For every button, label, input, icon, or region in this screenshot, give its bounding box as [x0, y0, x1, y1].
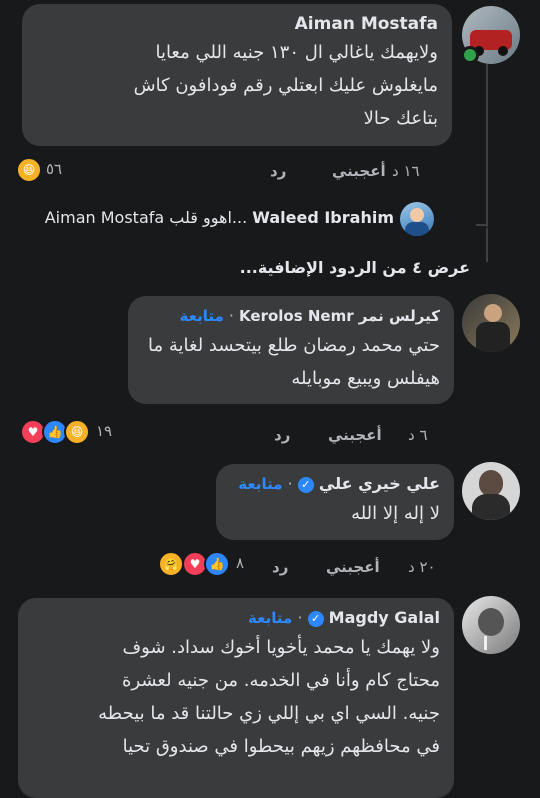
verified-badge-icon: ✓	[307, 610, 324, 627]
comment-line: حتي محمد رمضان طلع بيتحسد لغاية ما	[148, 335, 440, 356]
follow-link[interactable]: متابعة	[248, 609, 292, 627]
comment-time[interactable]: ٦ د	[408, 426, 428, 444]
thread-line-curve	[476, 224, 488, 226]
comment-line: مايغلوش عليك ابعتلي رقم فودافون كاش	[133, 75, 438, 96]
comment-author-alt[interactable]: كيرلس نمر	[359, 307, 440, 325]
online-status-dot	[461, 46, 479, 64]
thread-line-vertical-2	[486, 228, 488, 262]
comment-author[interactable]: Aiman Mostafa	[36, 14, 438, 34]
reaction-count: ١٩	[96, 422, 113, 440]
avatar[interactable]	[400, 202, 434, 236]
avatar[interactable]	[462, 462, 520, 520]
follow-link[interactable]: متابعة	[180, 307, 224, 325]
haha-reaction-icon[interactable]: 😆	[16, 157, 42, 183]
haha-reaction-icon[interactable]: 😆	[64, 419, 90, 445]
dot-separator: ·	[228, 306, 234, 325]
like-reaction-icon[interactable]: 👍	[204, 551, 230, 577]
reply-preview[interactable]: Aiman Mostafa اهوو قلب... Waleed Ibrahim	[14, 208, 394, 227]
reply-snippet: اهوو قلب...	[169, 208, 248, 227]
comment-line: ولايهمك ياغالي ال ١٣٠ جنيه اللي معايا	[155, 42, 438, 63]
comment-bubble[interactable]: Magdy Galal ✓ · متابعة ولا يهمك يا محمد …	[18, 598, 454, 798]
comment-author[interactable]: علي خيري علي	[319, 474, 440, 493]
comment-time[interactable]: ١٦ د	[392, 162, 420, 180]
reaction-count: ٨	[236, 554, 245, 572]
care-reaction-icon[interactable]: 🤗	[158, 551, 184, 577]
comment-line: لا إله إلا الله	[351, 503, 440, 524]
verified-badge-icon: ✓	[297, 476, 314, 493]
comment-time[interactable]: ٢٠ د	[408, 558, 436, 576]
comment-bubble[interactable]: كيرلس نمر Kerolos Nemr · متابعة حتي محمد…	[128, 296, 454, 404]
comment-line: ولا يهمك يا محمد يأخويا أخوك سداد. شوف	[122, 637, 441, 658]
comment-bubble[interactable]: Aiman Mostafa ولايهمك ياغالي ال ١٣٠ جنيه…	[22, 4, 452, 146]
comment-bubble[interactable]: علي خيري علي ✓ · متابعة لا إله إلا الله	[216, 464, 454, 540]
follow-link[interactable]: متابعة	[238, 475, 282, 493]
comment-author[interactable]: Kerolos Nemr	[239, 307, 354, 325]
comment-line: بتاعك حالا	[363, 108, 438, 129]
reply-button[interactable]: رد	[270, 162, 286, 180]
reply-button[interactable]: رد	[272, 558, 288, 576]
more-replies-link[interactable]: عرض ٤ من الردود الإضافية...	[200, 258, 470, 277]
comment-line: في محافظهم زيهم بيحطوا في صندوق تحيا	[122, 736, 440, 757]
comment-line: محتاج كام وأنا في الخدمه. من جنيه لعشرة	[122, 670, 440, 691]
comment-line: جنيه. السي اي بي إللي زي حالتنا قد ما بي…	[98, 703, 440, 724]
like-button[interactable]: أعجبني	[332, 162, 386, 180]
comment-author[interactable]: Magdy Galal	[329, 608, 440, 627]
thread-line	[486, 64, 488, 227]
avatar[interactable]	[462, 596, 520, 654]
avatar[interactable]	[462, 294, 520, 352]
like-button[interactable]: أعجبني	[328, 426, 382, 444]
reply-mention[interactable]: Aiman Mostafa	[45, 208, 164, 227]
like-button[interactable]: أعجبني	[326, 558, 380, 576]
comment-line: هيفلس ويبيع موبايله	[291, 368, 440, 389]
dot-separator: ·	[297, 608, 303, 627]
dot-separator: ·	[287, 474, 293, 493]
reply-button[interactable]: رد	[274, 426, 290, 444]
reaction-count: ٥٦	[46, 160, 63, 178]
reply-author[interactable]: Waleed Ibrahim	[252, 208, 394, 227]
